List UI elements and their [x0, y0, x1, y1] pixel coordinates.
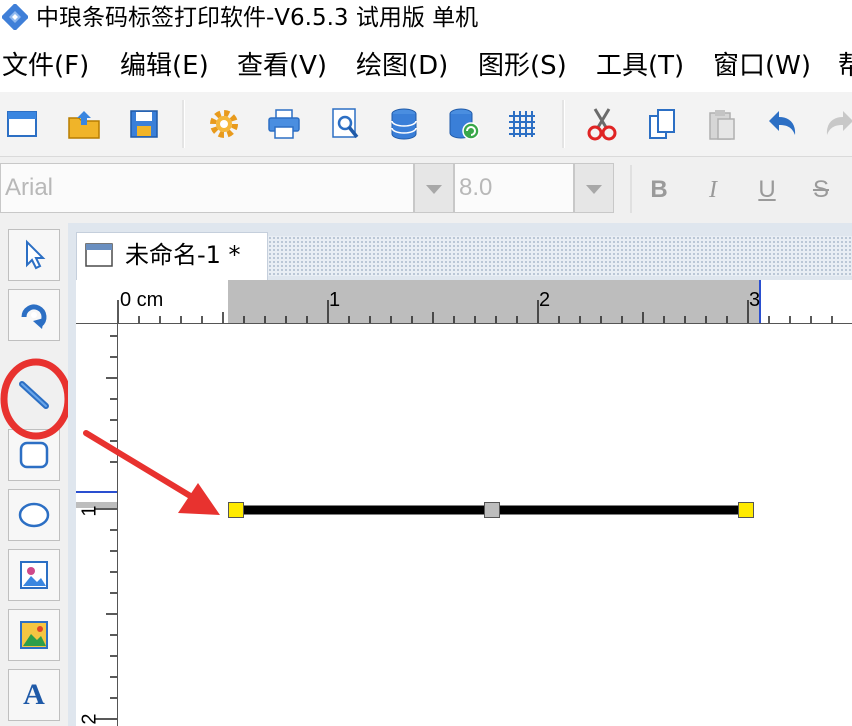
print-preview-icon: [332, 108, 359, 139]
menu-file[interactable]: 文件(F): [2, 50, 89, 82]
annotation-arrow: [83, 430, 220, 515]
cut-icon: [587, 108, 617, 141]
selection-handle-middle[interactable]: [484, 502, 500, 518]
database-refresh-button[interactable]: [444, 104, 484, 144]
ruler-label: 2: [539, 289, 551, 311]
menu-shape[interactable]: 图形(S): [478, 50, 567, 82]
strikethrough-button[interactable]: S: [806, 173, 836, 207]
print-preview-button[interactable]: [326, 104, 366, 144]
menu-view[interactable]: 查看(V): [237, 50, 327, 82]
ruler-unit-label: 0 cm: [120, 289, 164, 311]
toolbar-separator: [182, 100, 185, 148]
document-window-icon: [85, 243, 113, 267]
label-canvas[interactable]: [118, 324, 852, 726]
canvas-drawing: [236, 505, 746, 515]
picture-tool-button[interactable]: [8, 609, 60, 661]
picture-icon: [20, 621, 48, 649]
copy-icon: [649, 109, 675, 139]
text-tool-icon: A: [23, 678, 45, 711]
undo-button[interactable]: [762, 104, 802, 144]
new-document-button[interactable]: [2, 104, 42, 144]
image-tool-button[interactable]: [8, 549, 60, 601]
paste-icon: [709, 110, 735, 140]
print-icon: [268, 109, 300, 139]
tab-strip-background: [268, 236, 852, 276]
undo-icon: [769, 111, 796, 135]
menu-tools[interactable]: 工具(T): [596, 50, 684, 82]
settings-button[interactable]: [204, 104, 244, 144]
toolbar-separator: [630, 165, 632, 213]
drawing-tools-bar: A: [0, 223, 68, 726]
vertical-ruler: 1 2: [76, 324, 118, 726]
image-icon: [20, 561, 48, 589]
redo-button[interactable]: [820, 104, 852, 144]
grid-button[interactable]: [502, 104, 542, 144]
main-toolbar: [0, 92, 852, 157]
redo-icon: [826, 111, 852, 135]
menu-edit[interactable]: 编辑(E): [120, 50, 209, 82]
cut-button[interactable]: [582, 104, 622, 144]
bold-button[interactable]: B: [644, 173, 674, 207]
text-tool-button[interactable]: A: [8, 669, 60, 721]
rotate-tool-button[interactable]: [8, 289, 60, 341]
font-size-dropdown[interactable]: [574, 163, 614, 213]
open-button[interactable]: [64, 104, 104, 144]
font-name-dropdown[interactable]: [414, 163, 454, 213]
font-name-value: Arial: [5, 174, 54, 201]
title-bar: 中琅条码标签打印软件-V6.5.3 试用版 单机: [0, 0, 852, 38]
menu-help[interactable]: 帮: [838, 50, 852, 82]
font-name-combo[interactable]: Arial: [0, 163, 414, 213]
select-arrow-icon: [26, 239, 46, 270]
chevron-down-icon: [426, 185, 442, 194]
ruler-label: 2: [78, 713, 101, 725]
paste-button[interactable]: [702, 104, 742, 144]
font-size-value: 8.0: [459, 174, 493, 201]
format-toolbar: Arial 8.0 B I U S: [0, 157, 852, 223]
selection-handle-start[interactable]: [228, 502, 244, 518]
new-document-icon: [7, 111, 37, 137]
toolbar-separator: [562, 100, 565, 148]
database-icon: [391, 108, 417, 140]
app-logo-icon: [2, 4, 28, 30]
ellipse-tool-button[interactable]: [8, 489, 60, 541]
menu-window[interactable]: 窗口(W): [713, 50, 811, 82]
copy-button[interactable]: [642, 104, 682, 144]
italic-button[interactable]: I: [698, 173, 728, 207]
selection-handle-end[interactable]: [738, 502, 754, 518]
save-button[interactable]: [124, 104, 164, 144]
document-tab[interactable]: 未命名-1 *: [76, 232, 268, 280]
rotate-icon: [21, 304, 47, 329]
ruler-label: 3: [749, 289, 761, 311]
horizontal-ruler: 0 cm 1 2 3: [76, 280, 852, 324]
menu-bar: 文件(F) 编辑(E) 查看(V) 绘图(D) 图形(S) 工具(T) 窗口(W…: [0, 38, 852, 92]
chevron-down-icon: [586, 185, 602, 194]
menu-draw[interactable]: 绘图(D): [356, 50, 448, 82]
open-folder-icon: [68, 111, 100, 139]
vertical-ruler-graphic: [76, 335, 117, 720]
print-button[interactable]: [264, 104, 304, 144]
underline-button[interactable]: U: [752, 173, 782, 207]
database-refresh-icon: [449, 108, 480, 140]
settings-gear-icon: [210, 110, 238, 138]
ellipse-icon: [18, 502, 50, 528]
horizontal-ruler-graphic: [117, 280, 833, 323]
window-title: 中琅条码标签打印软件-V6.5.3 试用版 单机: [36, 5, 479, 31]
ruler-label: 1: [329, 289, 341, 311]
font-size-combo[interactable]: 8.0: [454, 163, 574, 213]
grid-icon: [509, 111, 535, 137]
save-icon: [130, 110, 158, 138]
database-button[interactable]: [384, 104, 424, 144]
select-tool-button[interactable]: [8, 229, 60, 281]
document-tab-title: 未命名-1 *: [125, 241, 241, 269]
